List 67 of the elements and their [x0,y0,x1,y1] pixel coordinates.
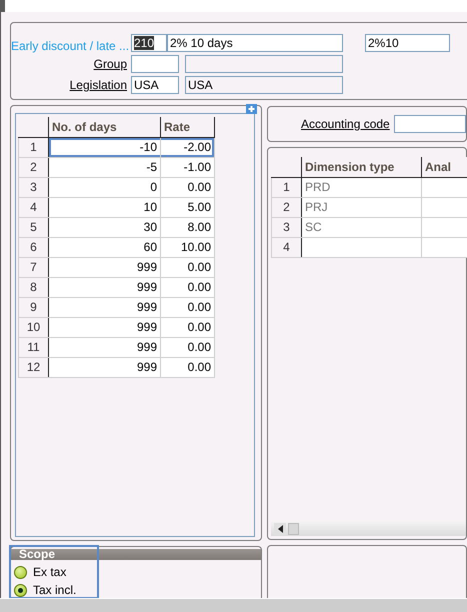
horizontal-scrollbar[interactable] [271,521,466,536]
row-number: 3 [272,217,302,237]
table-cell[interactable]: 60 [48,237,160,257]
scroll-left-icon[interactable] [274,522,286,534]
table-cell[interactable]: 0.00 [160,357,214,377]
accounting-code-field[interactable] [394,115,466,133]
column-header[interactable]: Rate [160,117,214,137]
row-number: 2 [18,157,48,177]
table-cell[interactable]: 0.00 [160,257,214,277]
table-cell[interactable]: 30 [48,217,160,237]
short-name-field[interactable]: 2%10 [365,34,450,52]
code-field[interactable]: 210 [131,34,167,52]
group-field[interactable] [131,55,179,73]
table-cell[interactable]: -10 [48,137,160,157]
row-number: 3 [18,177,48,197]
scroll-thumb[interactable] [288,522,299,534]
table-cell[interactable]: 0.00 [160,317,214,337]
table-cell[interactable]: 0.00 [160,277,214,297]
table-cell[interactable]: 8.00 [160,217,214,237]
table-cell[interactable]: 999 [48,317,160,337]
row-number: 11 [18,337,48,357]
table-cell[interactable]: 0.00 [160,297,214,317]
column-header[interactable]: Dimension type [302,157,422,177]
table-cell[interactable]: SC [302,217,422,237]
option-label[interactable]: Ex tax [33,565,66,579]
table-cell[interactable]: PRD [302,177,422,197]
row-number: 2 [272,197,302,217]
row-number: 6 [18,237,48,257]
table-cell[interactable]: -1.00 [160,157,214,177]
row-number: 1 [18,137,48,157]
field-label[interactable]: Legislation [11,78,127,92]
row-number: 10 [18,317,48,337]
row-number: 4 [272,237,302,257]
row-number: 12 [18,357,48,377]
table-cell[interactable]: 0 [48,177,160,197]
row-number: 7 [18,257,48,277]
table-cell[interactable]: 5.00 [160,197,214,217]
radio-button[interactable] [14,566,27,578]
legislation-field[interactable]: USA [131,76,179,94]
option-label[interactable]: Tax incl. [33,583,76,597]
legislation-description-field: USA [185,76,343,94]
field-label[interactable]: Accounting code [301,117,390,131]
table-cell[interactable]: -5 [48,157,160,177]
row-number: 5 [18,217,48,237]
table-cell[interactable]: 0.00 [160,177,214,197]
field-label[interactable]: Group [11,57,127,71]
table-cell[interactable]: 999 [48,297,160,317]
radio-button[interactable] [14,584,27,596]
table-cell[interactable]: 999 [48,257,160,277]
row-number: 1 [272,177,302,197]
description-field[interactable]: 2% 10 days [167,34,343,52]
table-cell[interactable]: 0.00 [160,337,214,357]
column-header[interactable]: No. of days [48,117,160,137]
table-cell[interactable]: PRJ [302,197,422,217]
row-number: 4 [18,197,48,217]
table-cell[interactable]: 999 [48,337,160,357]
table-cell[interactable]: -2.00 [160,137,214,157]
row-number: 8 [18,277,48,297]
table-cell[interactable]: 999 [48,357,160,377]
add-icon[interactable] [246,104,257,114]
column-header[interactable]: Anal [422,157,467,177]
field-label: Early discount / late ... [11,38,127,52]
table-cell[interactable]: 999 [48,277,160,297]
table-cell[interactable]: 10.00 [160,237,214,257]
row-number: 9 [18,297,48,317]
table-cell[interactable]: 10 [48,197,160,217]
section-title: Scope [11,549,261,560]
